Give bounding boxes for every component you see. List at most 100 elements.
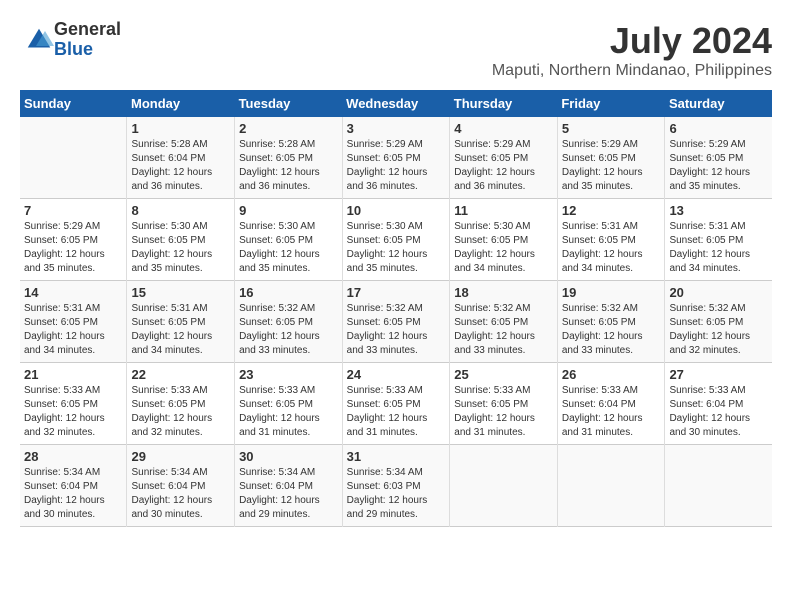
day-info: Sunrise: 5:29 AM Sunset: 6:05 PM Dayligh… — [669, 138, 768, 194]
day-number: 12 — [562, 203, 661, 218]
calendar-cell: 20Sunrise: 5:32 AM Sunset: 6:05 PM Dayli… — [665, 281, 772, 363]
calendar-cell: 14 Sunrise: 5:31 AM Sunset: 6:05 PM Dayli… — [20, 281, 127, 363]
calendar-cell — [450, 445, 558, 527]
day-info: Sunrise: 5:33 AM Sunset: 6:05 PM Dayligh… — [454, 384, 553, 440]
day-of-week-header: Thursday — [450, 90, 558, 117]
day-info: Sunrise: 5:29 AM Sunset: 6:05 PM Dayligh… — [24, 220, 122, 276]
calendar-week-row: 1 Sunrise: 5:28 AM Sunset: 6:04 PM Daylig… — [20, 117, 772, 199]
main-title: July 2024 — [492, 20, 772, 62]
calendar-cell: 26 Sunrise: 5:33 AM Sunset: 6:04 PM Dayli… — [557, 363, 665, 445]
day-of-week-header: Sunday — [20, 90, 127, 117]
day-info: Sunrise: 5:29 AM Sunset: 6:05 PM Dayligh… — [347, 138, 446, 194]
day-info: Sunrise: 5:28 AM Sunset: 6:04 PM Dayligh… — [131, 138, 230, 194]
calendar-cell: 27Sunrise: 5:33 AM Sunset: 6:04 PM Dayli… — [665, 363, 772, 445]
day-number: 30 — [239, 449, 338, 464]
day-info: Sunrise: 5:31 AM Sunset: 6:05 PM Dayligh… — [24, 302, 122, 358]
day-number: 17 — [347, 285, 446, 300]
day-info: Sunrise: 5:32 AM Sunset: 6:05 PM Dayligh… — [669, 302, 768, 358]
day-number: 15 — [131, 285, 230, 300]
calendar-cell: 2Sunrise: 5:28 AM Sunset: 6:05 PM Daylig… — [235, 117, 343, 199]
calendar-header-row: SundayMondayTuesdayWednesdayThursdayFrid… — [20, 90, 772, 117]
day-number: 2 — [239, 121, 338, 136]
calendar-cell — [20, 117, 127, 199]
title-section: July 2024 Maputi, Northern Mindanao, Phi… — [492, 20, 772, 80]
day-number: 14 — [24, 285, 122, 300]
day-info: Sunrise: 5:29 AM Sunset: 6:05 PM Dayligh… — [562, 138, 661, 194]
calendar-cell: 6Sunrise: 5:29 AM Sunset: 6:05 PM Daylig… — [665, 117, 772, 199]
day-number: 5 — [562, 121, 661, 136]
day-number: 19 — [562, 285, 661, 300]
day-number: 31 — [347, 449, 446, 464]
day-number: 8 — [131, 203, 230, 218]
day-info: Sunrise: 5:31 AM Sunset: 6:05 PM Dayligh… — [131, 302, 230, 358]
calendar-cell: 1 Sunrise: 5:28 AM Sunset: 6:04 PM Daylig… — [127, 117, 235, 199]
calendar-cell: 10 Sunrise: 5:30 AM Sunset: 6:05 PM Dayli… — [342, 199, 450, 281]
calendar-cell: 16Sunrise: 5:32 AM Sunset: 6:05 PM Dayli… — [235, 281, 343, 363]
calendar-cell: 24 Sunrise: 5:33 AM Sunset: 6:05 PM Dayli… — [342, 363, 450, 445]
day-number: 3 — [347, 121, 446, 136]
calendar-table: SundayMondayTuesdayWednesdayThursdayFrid… — [20, 90, 772, 527]
day-info: Sunrise: 5:32 AM Sunset: 6:05 PM Dayligh… — [454, 302, 553, 358]
day-number: 11 — [454, 203, 553, 218]
page-header: General Blue July 2024 Maputi, Northern … — [20, 20, 772, 80]
day-number: 7 — [24, 203, 122, 218]
day-number: 1 — [131, 121, 230, 136]
calendar-cell: 31 Sunrise: 5:34 AM Sunset: 6:03 PM Dayli… — [342, 445, 450, 527]
calendar-cell: 11 Sunrise: 5:30 AM Sunset: 6:05 PM Dayli… — [450, 199, 558, 281]
day-of-week-header: Wednesday — [342, 90, 450, 117]
calendar-cell: 22Sunrise: 5:33 AM Sunset: 6:05 PM Dayli… — [127, 363, 235, 445]
day-number: 25 — [454, 367, 553, 382]
day-info: Sunrise: 5:34 AM Sunset: 6:03 PM Dayligh… — [347, 466, 446, 522]
calendar-cell: 21Sunrise: 5:33 AM Sunset: 6:05 PM Dayli… — [20, 363, 127, 445]
day-number: 10 — [347, 203, 446, 218]
calendar-cell: 18 Sunrise: 5:32 AM Sunset: 6:05 PM Dayli… — [450, 281, 558, 363]
day-info: Sunrise: 5:30 AM Sunset: 6:05 PM Dayligh… — [131, 220, 230, 276]
day-number: 29 — [131, 449, 230, 464]
day-info: Sunrise: 5:33 AM Sunset: 6:05 PM Dayligh… — [239, 384, 338, 440]
day-number: 4 — [454, 121, 553, 136]
calendar-cell: 5 Sunrise: 5:29 AM Sunset: 6:05 PM Daylig… — [557, 117, 665, 199]
calendar-cell: 9 Sunrise: 5:30 AM Sunset: 6:05 PM Daylig… — [235, 199, 343, 281]
calendar-cell: 15 Sunrise: 5:31 AM Sunset: 6:05 PM Dayli… — [127, 281, 235, 363]
day-info: Sunrise: 5:31 AM Sunset: 6:05 PM Dayligh… — [669, 220, 768, 276]
day-info: Sunrise: 5:30 AM Sunset: 6:05 PM Dayligh… — [454, 220, 553, 276]
day-number: 18 — [454, 285, 553, 300]
day-number: 23 — [239, 367, 338, 382]
day-info: Sunrise: 5:33 AM Sunset: 6:05 PM Dayligh… — [347, 384, 446, 440]
day-number: 28 — [24, 449, 122, 464]
day-info: Sunrise: 5:31 AM Sunset: 6:05 PM Dayligh… — [562, 220, 661, 276]
day-info: Sunrise: 5:30 AM Sunset: 6:05 PM Dayligh… — [239, 220, 338, 276]
day-info: Sunrise: 5:30 AM Sunset: 6:05 PM Dayligh… — [347, 220, 446, 276]
calendar-week-row: 7 Sunrise: 5:29 AM Sunset: 6:05 PM Daylig… — [20, 199, 772, 281]
calendar-cell: 13 Sunrise: 5:31 AM Sunset: 6:05 PM Dayli… — [665, 199, 772, 281]
day-info: Sunrise: 5:29 AM Sunset: 6:05 PM Dayligh… — [454, 138, 553, 194]
calendar-week-row: 14 Sunrise: 5:31 AM Sunset: 6:05 PM Dayli… — [20, 281, 772, 363]
day-number: 26 — [562, 367, 661, 382]
day-number: 9 — [239, 203, 338, 218]
calendar-cell: 29 Sunrise: 5:34 AM Sunset: 6:04 PM Dayli… — [127, 445, 235, 527]
day-info: Sunrise: 5:32 AM Sunset: 6:05 PM Dayligh… — [562, 302, 661, 358]
subtitle: Maputi, Northern Mindanao, Philippines — [492, 62, 772, 80]
logo-blue: Blue — [54, 40, 121, 60]
logo-text: General Blue — [54, 20, 121, 60]
calendar-cell — [665, 445, 772, 527]
day-of-week-header: Tuesday — [235, 90, 343, 117]
day-info: Sunrise: 5:33 AM Sunset: 6:05 PM Dayligh… — [24, 384, 122, 440]
day-number: 24 — [347, 367, 446, 382]
calendar-cell: 28Sunrise: 5:34 AM Sunset: 6:04 PM Dayli… — [20, 445, 127, 527]
day-info: Sunrise: 5:33 AM Sunset: 6:05 PM Dayligh… — [131, 384, 230, 440]
logo-icon — [24, 25, 54, 55]
calendar-cell: 17 Sunrise: 5:32 AM Sunset: 6:05 PM Dayli… — [342, 281, 450, 363]
day-info: Sunrise: 5:32 AM Sunset: 6:05 PM Dayligh… — [347, 302, 446, 358]
calendar-cell: 30Sunrise: 5:34 AM Sunset: 6:04 PM Dayli… — [235, 445, 343, 527]
calendar-cell: 4 Sunrise: 5:29 AM Sunset: 6:05 PM Daylig… — [450, 117, 558, 199]
day-info: Sunrise: 5:33 AM Sunset: 6:04 PM Dayligh… — [562, 384, 661, 440]
day-of-week-header: Monday — [127, 90, 235, 117]
day-info: Sunrise: 5:34 AM Sunset: 6:04 PM Dayligh… — [131, 466, 230, 522]
day-of-week-header: Friday — [557, 90, 665, 117]
calendar-cell: 8 Sunrise: 5:30 AM Sunset: 6:05 PM Daylig… — [127, 199, 235, 281]
calendar-week-row: 28 Sunrise: 5:34 AM Sunset: 6:04 PM Dayli… — [20, 445, 772, 527]
calendar-cell: 25 Sunrise: 5:33 AM Sunset: 6:05 PM Dayli… — [450, 363, 558, 445]
day-number: 13 — [669, 203, 768, 218]
day-number: 27 — [669, 367, 768, 382]
